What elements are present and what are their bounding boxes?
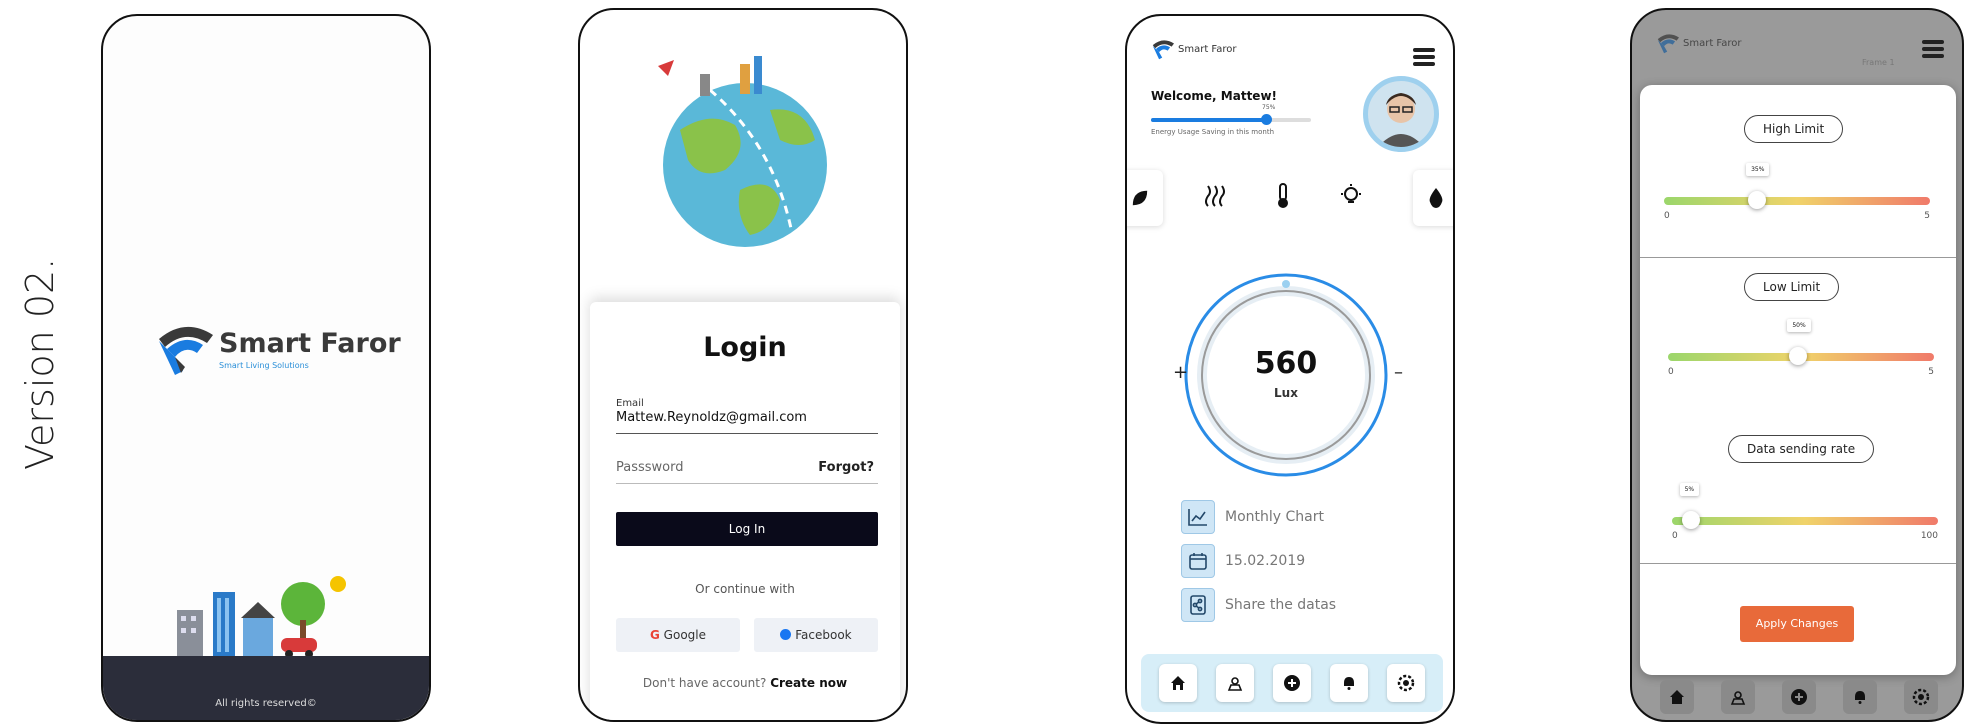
settings-panel: High Limit 35% 0 5 Low Limit 50% 0 5 Dat… xyxy=(1640,85,1956,675)
decrease-button[interactable]: – xyxy=(1394,362,1403,383)
add-icon[interactable] xyxy=(1272,664,1311,702)
low-limit-min: 0 xyxy=(1668,367,1674,377)
divider xyxy=(1640,257,1956,258)
energy-label: Energy Usage Saving in this month xyxy=(1151,128,1275,136)
home-icon[interactable] xyxy=(1158,664,1197,702)
low-limit-value: 50% xyxy=(1787,319,1811,332)
settings-icon[interactable] xyxy=(1387,664,1426,702)
increase-button[interactable]: + xyxy=(1173,362,1188,383)
share-icon xyxy=(1181,588,1215,622)
google-button[interactable]: G Google xyxy=(616,618,740,652)
rate-min: 0 xyxy=(1672,531,1678,541)
bell-icon[interactable] xyxy=(1330,664,1369,702)
google-label: Google xyxy=(663,628,706,642)
avatar[interactable] xyxy=(1363,76,1439,152)
low-limit-knob[interactable]: 50% xyxy=(1787,319,1811,365)
monthly-chart-label: Monthly Chart xyxy=(1225,509,1324,525)
energy-handle[interactable] xyxy=(1261,114,1273,125)
brand-name: Smart Faror xyxy=(1683,37,1742,49)
bottom-nav xyxy=(1141,654,1443,712)
leaf-icon[interactable] xyxy=(1127,170,1163,226)
map-icon[interactable] xyxy=(1215,664,1254,702)
globe-illustration xyxy=(658,56,827,251)
user-photo xyxy=(1378,93,1424,147)
apply-changes-button[interactable]: Apply Changes xyxy=(1740,606,1854,642)
bell-icon[interactable] xyxy=(1843,680,1878,714)
high-limit-slider[interactable]: 35% 0 5 xyxy=(1664,163,1930,221)
drop-icon[interactable] xyxy=(1413,170,1453,226)
dashboard-logo: Smart Faror xyxy=(1151,38,1237,60)
share-label: Share the datas xyxy=(1225,597,1337,613)
monthly-chart-item[interactable]: Monthly Chart xyxy=(1181,500,1324,534)
menu-icon[interactable] xyxy=(1922,40,1944,58)
high-limit-knob[interactable]: 35% xyxy=(1746,163,1770,209)
lux-value: 560 xyxy=(1254,346,1318,381)
wifi-logo-icon xyxy=(159,326,213,375)
no-account-text: Don't have account? xyxy=(642,676,767,690)
heater-icon[interactable] xyxy=(1197,178,1233,214)
energy-fill xyxy=(1151,118,1267,122)
date-item[interactable]: 15.02.2019 xyxy=(1181,544,1305,578)
splash-screen: Smart Faror Smart Living Solutions All r… xyxy=(101,14,431,722)
chart-icon xyxy=(1181,500,1215,534)
bottom-nav xyxy=(1646,676,1952,718)
rate-max: 100 xyxy=(1920,531,1938,541)
facebook-icon xyxy=(780,629,792,640)
continue-text: Or continue with xyxy=(695,582,795,596)
rate-knob[interactable]: 5% xyxy=(1679,483,1700,529)
create-now-link[interactable]: Create now xyxy=(770,676,847,690)
rate-label: Data sending rate xyxy=(1728,435,1875,463)
google-icon: G xyxy=(649,628,660,642)
add-icon[interactable] xyxy=(1781,680,1816,714)
email-field[interactable]: Mattew.Reynoldz@gmail.com xyxy=(616,410,878,434)
device-icons-row xyxy=(1127,166,1453,230)
brand-name: Smart Faror xyxy=(219,328,401,359)
settings-icon[interactable] xyxy=(1904,680,1939,714)
settings-screen: Smart Faror Frame 1 High Limit 35% 0 5 L… xyxy=(1630,8,1964,722)
welcome-text: Welcome, Mattew! xyxy=(1151,89,1278,103)
email-label: Email xyxy=(616,398,644,409)
lux-unit: Lux xyxy=(1274,386,1298,400)
bulb-icon[interactable] xyxy=(1333,178,1369,214)
splash-footer: All rights reserved© xyxy=(103,656,429,720)
low-limit-max: 5 xyxy=(1928,367,1934,377)
low-limit-slider[interactable]: 50% 0 5 xyxy=(1668,319,1934,377)
menu-icon[interactable] xyxy=(1413,48,1435,66)
splash-logo: Smart Faror Smart Living Solutions xyxy=(155,321,401,377)
forgot-link[interactable]: Forgot? xyxy=(818,460,874,475)
rate-slider[interactable]: 5% 0 100 xyxy=(1672,483,1938,541)
login-screen: Login Email Mattew.Reynoldz@gmail.com Pa… xyxy=(578,8,908,722)
login-card: Login Email Mattew.Reynoldz@gmail.com Pa… xyxy=(590,302,900,720)
high-limit-max: 5 xyxy=(1924,211,1930,221)
version-label: Version 02. xyxy=(18,257,62,470)
city-illustration xyxy=(177,576,346,658)
low-limit-label: Low Limit xyxy=(1744,273,1840,301)
facebook-label: Facebook xyxy=(795,628,852,642)
lux-dial[interactable]: 560 Lux xyxy=(1179,268,1393,482)
high-limit-label: High Limit xyxy=(1744,115,1844,143)
facebook-button[interactable]: Facebook xyxy=(754,618,878,652)
frame-label: Frame 1 xyxy=(1862,58,1895,67)
wifi-logo-icon xyxy=(1657,34,1679,54)
date-label: 15.02.2019 xyxy=(1225,553,1306,569)
divider xyxy=(1640,563,1956,564)
map-icon[interactable] xyxy=(1720,680,1755,714)
calendar-icon xyxy=(1181,544,1215,578)
brand-name: Smart Faror xyxy=(1178,43,1237,55)
energy-percent: 75% xyxy=(1262,104,1276,111)
signup-row: Don't have account? Create now xyxy=(590,676,900,690)
wifi-logo-icon xyxy=(1152,40,1174,60)
login-button[interactable]: Log In xyxy=(616,512,878,546)
thermometer-icon[interactable] xyxy=(1265,178,1301,214)
share-item[interactable]: Share the datas xyxy=(1181,588,1336,622)
dashboard-screen: Smart Faror Welcome, Mattew! 75% Energy … xyxy=(1125,14,1455,724)
brand-tagline: Smart Living Solutions xyxy=(219,361,309,370)
high-limit-min: 0 xyxy=(1664,211,1670,221)
rate-value: 5% xyxy=(1679,483,1700,496)
settings-logo: Smart Faror xyxy=(1656,32,1742,54)
energy-bar xyxy=(1151,114,1311,125)
home-icon[interactable] xyxy=(1659,680,1694,714)
login-title: Login xyxy=(703,332,787,363)
high-limit-value: 35% xyxy=(1746,163,1770,176)
